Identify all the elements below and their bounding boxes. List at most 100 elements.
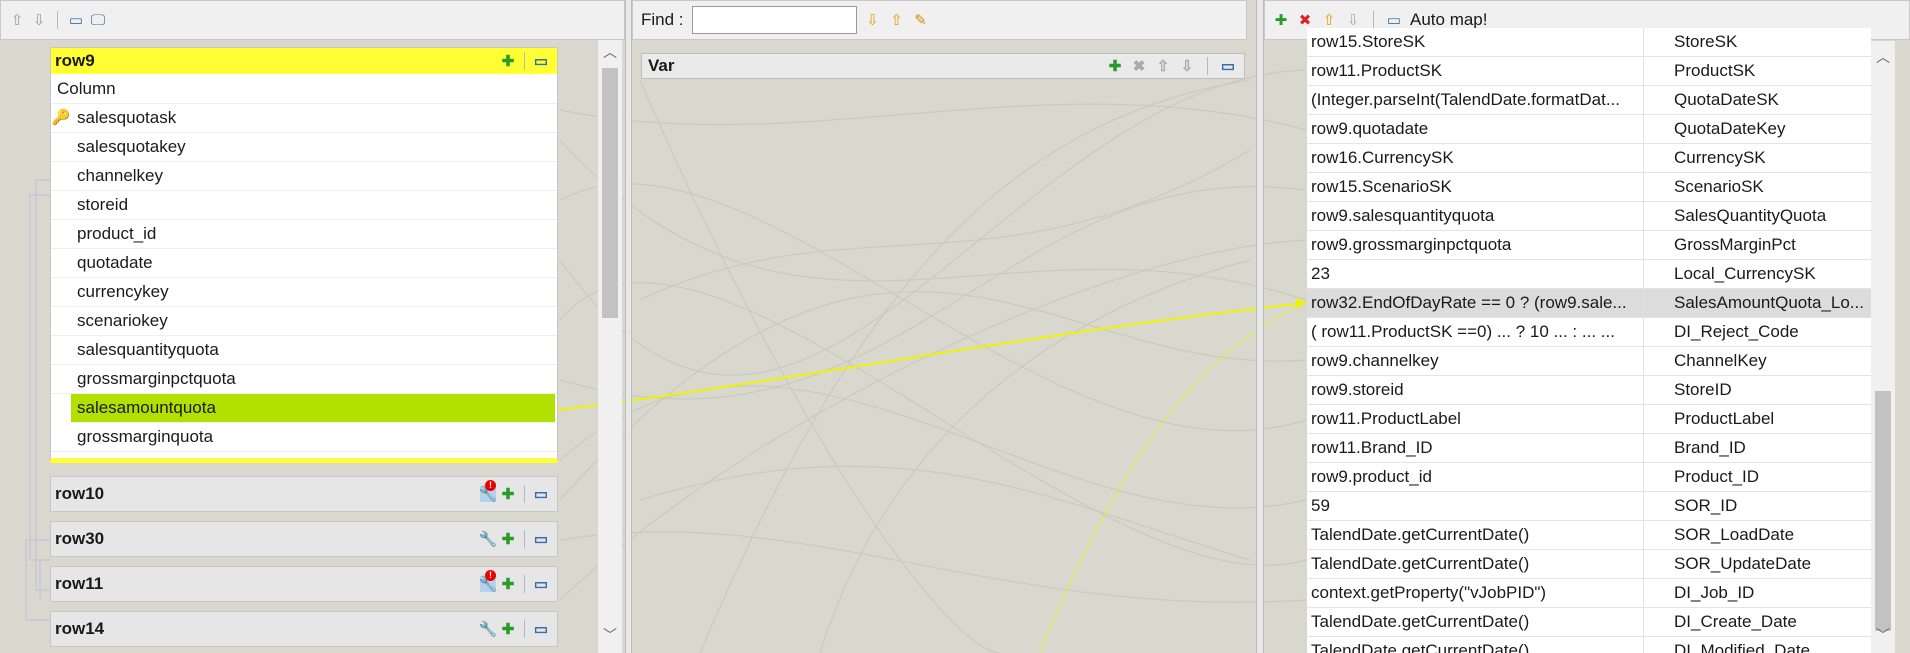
- minimize-icon[interactable]: ▭: [1220, 58, 1236, 74]
- move-down-icon[interactable]: ⇩: [1345, 12, 1361, 28]
- add-filter-icon[interactable]: ✚: [500, 531, 516, 547]
- output-row[interactable]: 59 SOR_ID: [1307, 492, 1871, 521]
- output-row[interactable]: ( row11.ProductSK ==0) ... ? 10 ... : ..…: [1307, 318, 1871, 347]
- column-row-salesamountquota[interactable]: salesamountquota: [71, 394, 555, 423]
- output-row[interactable]: row11.Brand_ID Brand_ID: [1307, 434, 1871, 463]
- add-output-icon[interactable]: ✚: [1273, 12, 1289, 28]
- expression-cell[interactable]: (Integer.parseInt(TalendDate.formatDat..…: [1307, 86, 1644, 114]
- column-row-grossmarginpctquota[interactable]: grossmarginpctquota: [51, 365, 557, 394]
- scroll-up-icon[interactable]: ︿: [602, 44, 618, 60]
- output-row[interactable]: row9.storeid StoreID: [1307, 376, 1871, 405]
- add-filter-icon[interactable]: ✚: [500, 486, 516, 502]
- join-settings-icon[interactable]: 🔧: [479, 480, 497, 502]
- find-previous-icon[interactable]: ⇧: [889, 12, 905, 28]
- expression-cell[interactable]: row11.ProductSK: [1307, 57, 1644, 85]
- expression-cell[interactable]: context.getProperty("vJobPID"): [1307, 579, 1644, 607]
- column-row-salesquotask[interactable]: 🔑 salesquotask: [51, 104, 557, 133]
- output-row[interactable]: row15.ScenarioSK ScenarioSK: [1307, 173, 1871, 202]
- table-header-row11[interactable]: row11 🔧✚ ▭: [51, 567, 557, 601]
- column-row-salesquantityquota[interactable]: salesquantityquota: [51, 336, 557, 365]
- table-header-row30[interactable]: row30 🔧 ✚ ▭: [51, 522, 557, 556]
- expression-cell[interactable]: row9.storeid: [1307, 376, 1644, 404]
- find-next-icon[interactable]: ⇩: [865, 12, 881, 28]
- column-row-scenariokey[interactable]: scenariokey: [51, 307, 557, 336]
- remove-output-icon[interactable]: ✖: [1297, 12, 1313, 28]
- expression-cell[interactable]: ( row11.ProductSK ==0) ... ? 10 ... : ..…: [1307, 318, 1644, 346]
- pane-divider-right[interactable]: [1256, 0, 1264, 653]
- down-arrow-icon[interactable]: ⇩: [31, 12, 47, 28]
- expression-cell[interactable]: TalendDate.getCurrentDate(): [1307, 550, 1644, 578]
- expression-cell[interactable]: row32.EndOfDayRate == 0 ? (row9.sale...: [1307, 289, 1644, 317]
- move-up-icon[interactable]: ⇧: [1155, 58, 1171, 74]
- scroll-thumb[interactable]: [1875, 391, 1891, 631]
- minimize-icon[interactable]: ▭: [1386, 12, 1402, 28]
- pane-divider-left[interactable]: [625, 0, 632, 653]
- expression-cell[interactable]: row9.grossmarginpctquota: [1307, 231, 1644, 259]
- monitor-icon[interactable]: 🖵: [90, 12, 106, 28]
- output-row[interactable]: row16.CurrencySK CurrencySK: [1307, 144, 1871, 173]
- scroll-thumb[interactable]: [602, 68, 618, 318]
- left-scrollbar[interactable]: ︿ ﹀: [598, 40, 622, 653]
- expression-cell[interactable]: row9.salesquantityquota: [1307, 202, 1644, 230]
- output-row[interactable]: row9.product_id Product_ID: [1307, 463, 1871, 492]
- minimize-icon[interactable]: ▭: [533, 486, 549, 502]
- column-row-salesquotakey[interactable]: salesquotakey: [51, 133, 557, 162]
- join-settings-icon[interactable]: 🔧: [479, 621, 498, 637]
- expression-cell[interactable]: 23: [1307, 260, 1644, 288]
- output-row[interactable]: TalendDate.getCurrentDate() DI_Create_Dat…: [1307, 608, 1871, 637]
- input-table-row14[interactable]: row14 🔧 ✚ ▭: [50, 611, 558, 647]
- expression-cell[interactable]: row11.ProductLabel: [1307, 405, 1644, 433]
- minimize-icon[interactable]: ▭: [533, 531, 549, 547]
- highlight-icon[interactable]: ✎: [913, 12, 929, 28]
- table-header-row10[interactable]: row10 🔧✚ ▭: [51, 477, 557, 511]
- output-row[interactable]: row32.EndOfDayRate == 0 ? (row9.sale... S…: [1307, 289, 1871, 318]
- move-up-icon[interactable]: ⇧: [1321, 12, 1337, 28]
- up-arrow-icon[interactable]: ⇧: [9, 12, 25, 28]
- table-header-row9[interactable]: row9 ✚ ▭: [51, 48, 557, 74]
- minimize-icon[interactable]: ▭: [533, 576, 549, 592]
- output-row[interactable]: TalendDate.getCurrentDate() SOR_UpdateDat…: [1307, 550, 1871, 579]
- find-input[interactable]: [691, 6, 857, 34]
- expression-cell[interactable]: 59: [1307, 492, 1644, 520]
- minimize-icon[interactable]: ▭: [533, 621, 549, 637]
- column-row-channelkey[interactable]: channelkey: [51, 162, 557, 191]
- column-row-currencykey[interactable]: currencykey: [51, 278, 557, 307]
- add-filter-icon[interactable]: ✚: [500, 576, 516, 592]
- expression-cell[interactable]: TalendDate.getCurrentDate(): [1307, 521, 1644, 549]
- minimize-icon[interactable]: ▭: [533, 53, 549, 69]
- add-filter-icon[interactable]: ✚: [500, 53, 516, 69]
- input-table-row30[interactable]: row30 🔧 ✚ ▭: [50, 521, 558, 557]
- output-row[interactable]: 23 Local_CurrencySK: [1307, 260, 1871, 289]
- window-icon[interactable]: ▭: [68, 12, 84, 28]
- column-row-storeid[interactable]: storeid: [51, 191, 557, 220]
- scroll-down-icon[interactable]: ﹀: [602, 627, 618, 643]
- add-variable-icon[interactable]: ✚: [1107, 58, 1123, 74]
- column-row-product_id[interactable]: product_id: [51, 220, 557, 249]
- output-row[interactable]: row15.StoreSK StoreSK: [1307, 28, 1871, 57]
- expression-cell[interactable]: row9.channelkey: [1307, 347, 1644, 375]
- scroll-down-icon[interactable]: ﹀: [1875, 627, 1891, 643]
- expression-cell[interactable]: TalendDate.getCurrentDate(): [1307, 637, 1644, 653]
- output-row[interactable]: (Integer.parseInt(TalendDate.formatDat..…: [1307, 86, 1871, 115]
- expression-cell[interactable]: row15.ScenarioSK: [1307, 173, 1644, 201]
- expression-cell[interactable]: row9.quotadate: [1307, 115, 1644, 143]
- move-down-icon[interactable]: ⇩: [1179, 58, 1195, 74]
- expression-cell[interactable]: row11.Brand_ID: [1307, 434, 1644, 462]
- output-row[interactable]: row9.grossmarginpctquota GrossMarginPct: [1307, 231, 1871, 260]
- output-row[interactable]: row11.ProductSK ProductSK: [1307, 57, 1871, 86]
- output-row[interactable]: row9.channelkey ChannelKey: [1307, 347, 1871, 376]
- join-settings-icon[interactable]: 🔧: [479, 531, 498, 547]
- column-row-grossmarginquota[interactable]: grossmarginquota: [51, 423, 557, 452]
- input-table-row10[interactable]: row10 🔧✚ ▭: [50, 476, 558, 512]
- table-header-row14[interactable]: row14 🔧 ✚ ▭: [51, 612, 557, 646]
- scroll-up-icon[interactable]: ︿: [1875, 49, 1891, 65]
- expression-cell[interactable]: row15.StoreSK: [1307, 28, 1644, 56]
- output-row[interactable]: TalendDate.getCurrentDate() SOR_LoadDate: [1307, 521, 1871, 550]
- add-filter-icon[interactable]: ✚: [500, 621, 516, 637]
- output-row[interactable]: row11.ProductLabel ProductLabel: [1307, 405, 1871, 434]
- output-row[interactable]: context.getProperty("vJobPID") DI_Job_ID: [1307, 579, 1871, 608]
- output-row[interactable]: row9.quotadate QuotaDateKey: [1307, 115, 1871, 144]
- input-table-row11[interactable]: row11 🔧✚ ▭: [50, 566, 558, 602]
- expression-cell[interactable]: row16.CurrencySK: [1307, 144, 1644, 172]
- expression-cell[interactable]: row9.product_id: [1307, 463, 1644, 491]
